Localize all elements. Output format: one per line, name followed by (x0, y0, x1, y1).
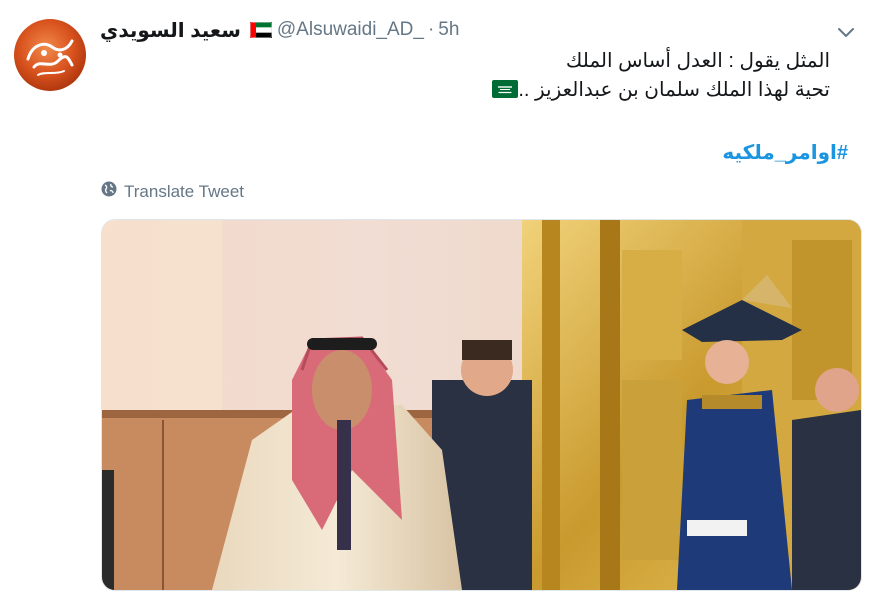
globe-icon (101, 181, 124, 202)
separator-dot: · (427, 19, 435, 40)
tweet-text-line-1: المثل يقول : العدل أساس الملك (565, 50, 830, 72)
tweet-time[interactable]: 5h (438, 19, 459, 41)
tweet-header: سعيد السويدي @Alsuwaidi_AD_ · 5h (100, 16, 459, 44)
tweet-text-line-2-text: تحية لهذا الملك سلمان بن عبدالعزيز .. (518, 79, 830, 101)
author-handle[interactable]: @Alsuwaidi_AD_ (277, 19, 424, 41)
hashtag-link[interactable]: #اوامر_ملكيه (722, 140, 848, 165)
translate-label: Translate Tweet (124, 181, 245, 201)
author-name[interactable]: سعيد السويدي (100, 18, 241, 43)
avatar[interactable] (14, 19, 86, 91)
saudi-flag-icon (492, 78, 519, 98)
tweet-text: المثل يقول : العدل أساس الملك تحية لهذا … (130, 47, 830, 105)
uae-flag-icon (249, 22, 272, 38)
tweet-text-line-2: تحية لهذا الملك سلمان بن عبدالعزيز .. (130, 76, 830, 105)
tweet-photo[interactable] (101, 219, 862, 591)
avatar-logo (26, 39, 74, 76)
translate-tweet-button[interactable]: Translate Tweet (101, 181, 244, 202)
chevron-down-icon[interactable] (836, 22, 856, 42)
tweet-photo-image (102, 220, 861, 590)
